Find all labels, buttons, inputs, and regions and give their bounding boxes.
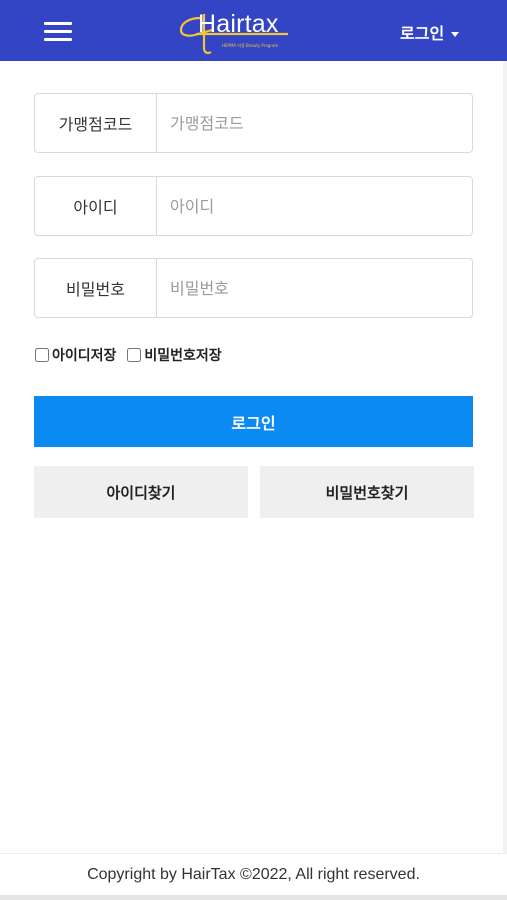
save-id-option[interactable]: 아이디저장: [34, 345, 116, 365]
user-id-input[interactable]: [157, 177, 472, 235]
password-row: 비밀번호: [34, 258, 473, 318]
franchise-code-label: 가맹점코드: [35, 94, 157, 152]
footer: Copyright by HairTax ©2022, All right re…: [0, 853, 507, 895]
hamburger-menu-icon[interactable]: [44, 20, 72, 42]
save-id-label: 아이디저장: [52, 348, 117, 364]
find-id-button[interactable]: 아이디찾기: [34, 466, 248, 518]
copyright-text: Copyright by HairTax ©2022, All right re…: [87, 865, 420, 883]
find-password-button[interactable]: 비밀번호찾기: [260, 466, 474, 518]
save-password-checkbox[interactable]: [127, 348, 142, 362]
login-dropdown[interactable]: 로그인: [400, 20, 460, 44]
franchise-code-row: 가맹점코드: [34, 93, 473, 153]
hairtax-logo[interactable]: Hairtax HEPMA 미용 Beauty Program: [178, 8, 298, 56]
user-id-row: 아이디: [34, 176, 473, 236]
franchise-code-input[interactable]: [157, 94, 472, 152]
app-header: Hairtax HEPMA 미용 Beauty Program 로그인: [0, 0, 507, 61]
scroll-edge: [503, 61, 507, 853]
password-input[interactable]: [157, 259, 472, 317]
user-id-label: 아이디: [35, 177, 157, 235]
bottom-strip: [0, 895, 507, 900]
save-password-option[interactable]: 비밀번호저장: [126, 345, 222, 365]
save-password-label: 비밀번호저장: [144, 348, 222, 364]
caret-down-icon: [451, 32, 460, 37]
logo-subtitle: HEPMA 미용 Beauty Program: [222, 43, 279, 48]
login-dropdown-label: 로그인: [400, 24, 445, 43]
save-id-checkbox[interactable]: [35, 348, 49, 362]
password-label: 비밀번호: [35, 259, 157, 317]
remember-options: 아이디저장 비밀번호저장: [34, 345, 232, 365]
logo-text: Hairtax: [198, 10, 279, 38]
login-button[interactable]: 로그인: [34, 396, 473, 447]
